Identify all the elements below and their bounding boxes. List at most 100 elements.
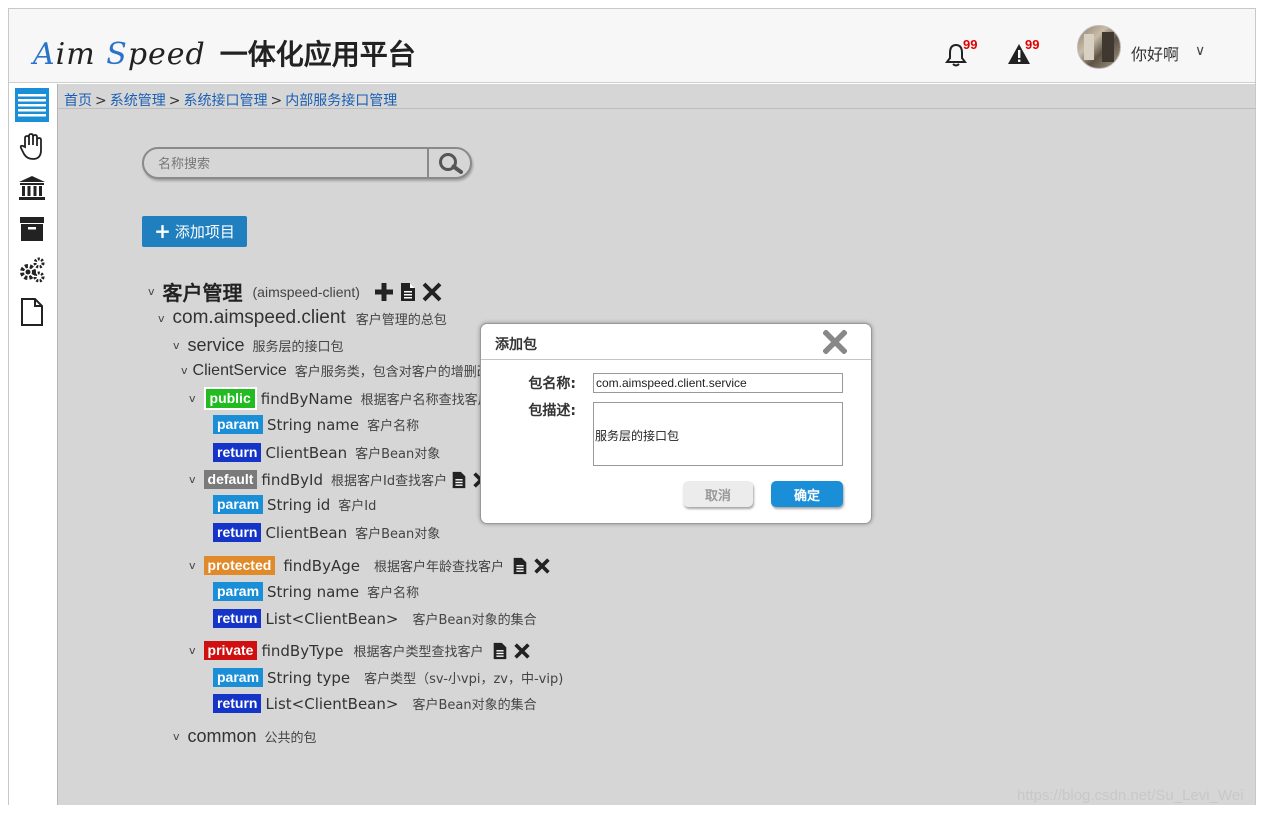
param-desc: 客户名称 bbox=[367, 419, 420, 434]
username[interactable]: 你好啊 bbox=[1131, 41, 1179, 65]
search-icon bbox=[438, 153, 463, 174]
add-project-label: 添加项目 bbox=[174, 223, 235, 241]
confirm-button[interactable]: 确定 bbox=[771, 481, 843, 507]
method-desc: 根据客户Id查找客户 bbox=[331, 474, 448, 489]
return-desc: 客户Bean对象 bbox=[355, 527, 441, 542]
gears-icon bbox=[20, 257, 45, 283]
avatar[interactable] bbox=[1077, 25, 1121, 69]
param-type[interactable]: String id bbox=[267, 496, 330, 514]
logo: Aim Speed 一体化应用平台 bbox=[33, 33, 416, 73]
chevron-down-icon[interactable]: v bbox=[189, 392, 196, 405]
breadcrumb: 首页 > 系统管理 > 系统接口管理 > 内部服务接口管理 bbox=[64, 90, 397, 110]
tree-method: v protected findByAge 根据客户年龄查找客户 bbox=[189, 556, 556, 575]
delete-icon[interactable] bbox=[534, 557, 550, 574]
close-icon bbox=[822, 329, 848, 355]
chevron-down-icon[interactable]: v bbox=[181, 364, 188, 377]
package-name-input[interactable] bbox=[593, 373, 843, 393]
tree-param: param String type 客户类型（sv-小vpi，zv，中-vip) bbox=[213, 668, 563, 687]
service-package-name[interactable]: service bbox=[188, 335, 245, 356]
tree-service-package: v service 服务层的接口包 bbox=[173, 335, 344, 356]
brand-logo: Aim Speed bbox=[33, 37, 206, 72]
return-type[interactable]: ClientBean bbox=[265, 524, 347, 542]
param-type[interactable]: String name bbox=[267, 583, 359, 601]
document-icon[interactable] bbox=[512, 557, 528, 575]
breadcrumb-system-interface[interactable]: 系统接口管理 bbox=[183, 93, 267, 109]
method-name[interactable]: findByType bbox=[261, 642, 343, 660]
return-badge: return bbox=[213, 523, 262, 542]
brand-letter-a: A bbox=[33, 37, 56, 72]
return-desc: 客户Bean对象 bbox=[355, 447, 441, 462]
cancel-button[interactable]: 取消 bbox=[683, 481, 753, 507]
access-badge-protected: protected bbox=[203, 556, 276, 575]
document-icon[interactable] bbox=[400, 282, 416, 302]
breadcrumb-separator: > bbox=[95, 93, 107, 109]
tree-package: v com.aimspeed.client 客户管理的总包 bbox=[158, 307, 447, 329]
tree-class: v ClientService 客户服务类，包含对客户的增删改 bbox=[181, 361, 490, 381]
alerts-button[interactable]: 99 bbox=[1007, 37, 1039, 69]
return-desc: 客户Bean对象的集合 bbox=[412, 698, 537, 713]
chevron-down-icon[interactable]: v bbox=[173, 730, 180, 743]
method-name[interactable]: findByAge bbox=[283, 557, 360, 575]
return-type[interactable]: List<ClientBean> bbox=[265, 610, 398, 628]
add-project-button[interactable]: + 添加项目 bbox=[142, 216, 247, 247]
chevron-down-icon[interactable]: v bbox=[148, 285, 155, 298]
package-desc-textarea[interactable]: 服务层的接口包 bbox=[593, 402, 843, 466]
chevron-down-icon[interactable]: v bbox=[173, 339, 180, 352]
class-desc: 客户服务类，包含对客户的增删改 bbox=[294, 365, 490, 380]
breadcrumb-system[interactable]: 系统管理 bbox=[110, 93, 166, 109]
project-name[interactable]: 客户管理 bbox=[163, 277, 243, 306]
list-icon bbox=[18, 94, 46, 117]
param-badge: param bbox=[213, 668, 264, 687]
chevron-down-icon[interactable]: v bbox=[189, 644, 196, 657]
notifications-button[interactable]: 99 bbox=[945, 37, 977, 69]
method-desc: 根据客户类型查找客户 bbox=[353, 645, 484, 660]
add-package-dialog: 添加包 包名称: 包描述: 服务层的接口包 取消 确定 bbox=[480, 323, 872, 524]
sidebar-item-file[interactable] bbox=[15, 295, 49, 329]
search-input[interactable] bbox=[158, 155, 418, 173]
hand-icon bbox=[19, 133, 42, 160]
service-package-desc: 服务层的接口包 bbox=[252, 340, 344, 355]
return-type[interactable]: List<ClientBean> bbox=[265, 695, 398, 713]
brand-letter-s: S bbox=[106, 37, 128, 72]
breadcrumb-internal-service[interactable]: 内部服务接口管理 bbox=[285, 93, 397, 109]
dialog-close-button[interactable] bbox=[822, 329, 849, 356]
tree-return: return List<ClientBean> 客户Bean对象的集合 bbox=[213, 694, 537, 713]
chevron-down-icon[interactable]: v bbox=[158, 312, 165, 325]
alerts-count: 99 bbox=[1025, 37, 1040, 52]
package-name[interactable]: com.aimspeed.client bbox=[173, 307, 346, 329]
chevron-down-icon[interactable]: v bbox=[189, 473, 196, 486]
sidebar-item-archive[interactable] bbox=[15, 212, 49, 246]
delete-icon[interactable] bbox=[513, 642, 530, 659]
method-desc: 根据客户名称查找客户 bbox=[360, 393, 491, 408]
dialog-divider bbox=[481, 359, 871, 360]
param-type[interactable]: String type bbox=[267, 669, 350, 687]
return-badge: return bbox=[213, 609, 262, 628]
search-button[interactable] bbox=[427, 149, 472, 177]
method-name[interactable]: findByName bbox=[261, 390, 353, 408]
close-icon[interactable] bbox=[422, 282, 442, 302]
chevron-down-icon[interactable]: ∨ bbox=[1195, 42, 1205, 59]
tree-param: param String id 客户Id bbox=[213, 495, 376, 514]
class-name[interactable]: ClientService bbox=[193, 362, 287, 380]
return-type[interactable]: ClientBean bbox=[265, 444, 347, 462]
sidebar-item-settings[interactable] bbox=[15, 253, 49, 287]
method-name[interactable]: findById bbox=[261, 471, 323, 489]
param-type[interactable]: String name bbox=[267, 416, 359, 434]
add-icon[interactable] bbox=[374, 282, 394, 302]
chevron-down-icon[interactable]: v bbox=[189, 559, 196, 572]
access-badge-default: default bbox=[203, 470, 258, 489]
dialog-title: 添加包 bbox=[495, 337, 537, 353]
sidebar-item-hand[interactable] bbox=[15, 130, 49, 164]
document-icon[interactable] bbox=[492, 642, 508, 660]
package-name-label: 包名称: bbox=[528, 376, 576, 392]
sidebar-item-bank[interactable] bbox=[15, 171, 49, 205]
notifications-count: 99 bbox=[963, 37, 978, 52]
document-icon[interactable] bbox=[451, 471, 467, 489]
param-desc: 客户类型（sv-小vpi，zv，中-vip) bbox=[364, 672, 564, 687]
access-badge-public: public bbox=[203, 387, 257, 410]
breadcrumb-home[interactable]: 首页 bbox=[64, 93, 92, 109]
method-desc: 根据客户年龄查找客户 bbox=[373, 560, 504, 575]
common-package-name[interactable]: common bbox=[188, 726, 257, 747]
sidebar-item-list[interactable] bbox=[15, 88, 49, 122]
project-id: (aimspeed-client) bbox=[252, 283, 360, 300]
